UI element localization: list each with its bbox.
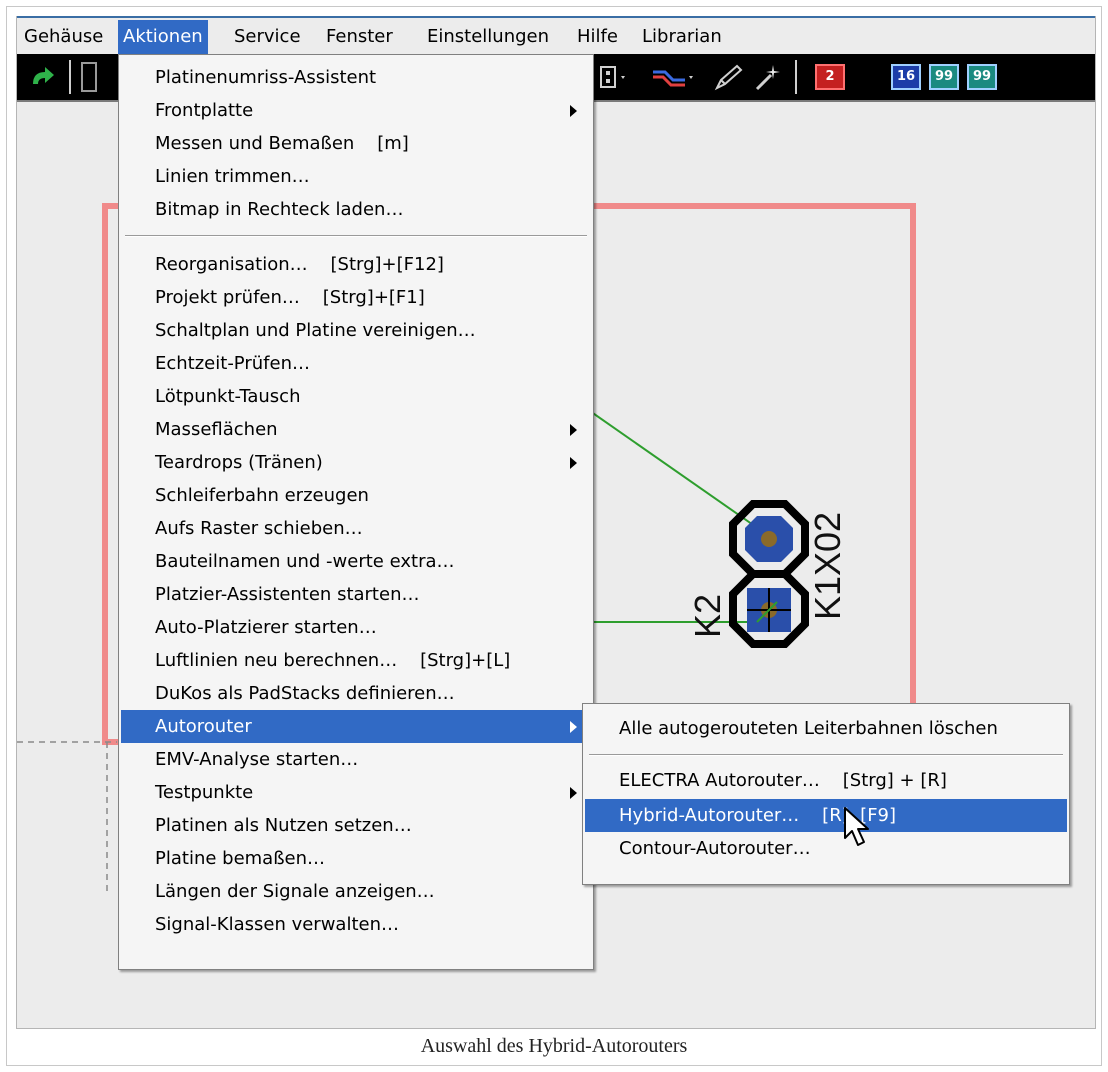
submenu-item-contour-autorouter[interactable]: Contour-Autorouter…: [585, 832, 1067, 865]
menu-item-autorouter[interactable]: Autorouter: [121, 710, 591, 743]
toolbar-separator: [69, 60, 71, 94]
magic-wand-icon[interactable]: [751, 62, 785, 92]
menu-item-signal-laengen[interactable]: Längen der Signale anzeigen…: [121, 875, 591, 908]
layer-button-2[interactable]: 2: [815, 64, 845, 90]
menu-librarian[interactable]: Librarian: [637, 20, 727, 54]
submenu-arrow-icon: [570, 787, 577, 799]
menu-item-bitmap-laden[interactable]: Bitmap in Rechteck laden…: [121, 193, 591, 226]
app-window: Gehäuse Aktionen Service Fenster Einstel…: [16, 16, 1096, 1029]
menu-item-raster-schieben[interactable]: Aufs Raster schieben…: [121, 512, 591, 545]
menu-item-schaltplan-vereinigen[interactable]: Schaltplan und Platine vereinigen…: [121, 314, 591, 347]
menu-item-loetpunkt-tausch[interactable]: Lötpunkt-Tausch: [121, 380, 591, 413]
menu-item-auto-platzierer[interactable]: Auto-Platzierer starten…: [121, 611, 591, 644]
submenu-item-hybrid-autorouter[interactable]: Hybrid-Autorouter… [R], [F9]: [585, 799, 1067, 832]
menu-item-bauteilnamen[interactable]: Bauteilnamen und -werte extra…: [121, 545, 591, 578]
menu-fenster[interactable]: Fenster: [321, 20, 398, 54]
toolbar-separator: [795, 60, 797, 94]
menu-item-signal-klassen[interactable]: Signal-Klassen verwalten…: [121, 908, 591, 941]
trace-tool-icon[interactable]: [649, 62, 701, 92]
menu-item-dukos-padstacks[interactable]: DuKos als PadStacks definieren…: [121, 677, 591, 710]
figure-caption: Auswahl des Hybrid-Autorouters: [420, 1035, 688, 1057]
component-ref-label: K2: [687, 593, 728, 639]
layer-button-99-a[interactable]: 99: [929, 64, 959, 90]
menu-item-schleiferbahn[interactable]: Schleiferbahn erzeugen: [121, 479, 591, 512]
submenu-item-alle-loeschen[interactable]: Alle autogerouteten Leiterbahnen löschen: [585, 712, 1067, 745]
menu-item-nutzen-setzen[interactable]: Platinen als Nutzen setzen…: [121, 809, 591, 842]
mouse-cursor-icon: [844, 807, 869, 846]
menu-item-platine-bemassen[interactable]: Platine bemaßen…: [121, 842, 591, 875]
pad-tool-icon[interactable]: [597, 62, 645, 92]
menu-service[interactable]: Service: [229, 20, 306, 54]
submenu-arrow-icon: [570, 424, 577, 436]
menu-hilfe[interactable]: Hilfe: [572, 20, 623, 54]
submenu-arrow-icon: [570, 721, 577, 733]
layer-button-99-b[interactable]: 99: [967, 64, 997, 90]
menu-item-masseflaechen[interactable]: Masseflächen: [121, 413, 591, 446]
menubar: Gehäuse Aktionen Service Fenster Einstel…: [17, 16, 1095, 54]
pencil-icon[interactable]: [711, 62, 745, 92]
layer-button-16[interactable]: 16: [891, 64, 921, 90]
menu-item-platzier-assistent[interactable]: Platzier-Assistenten starten…: [121, 578, 591, 611]
menu-item-luftlinien[interactable]: Luftlinien neu berechnen… [Strg]+[L]: [121, 644, 591, 677]
menu-item-messen-bemassen[interactable]: Messen und Bemaßen [m]: [121, 127, 591, 160]
menu-aktionen[interactable]: Aktionen: [118, 20, 208, 54]
component-value-label: K1X02: [807, 511, 848, 621]
menu-item-projekt-pruefen[interactable]: Projekt prüfen… [Strg]+[F1]: [121, 281, 591, 314]
redo-icon[interactable]: [27, 62, 59, 92]
menu-separator: [125, 235, 587, 237]
menu-einstellungen[interactable]: Einstellungen: [422, 20, 554, 54]
menu-item-platinenumriss-assistent[interactable]: Platinenumriss-Assistent: [121, 61, 591, 94]
toolbar-partial-icon[interactable]: [81, 62, 97, 92]
menu-item-linien-trimmen[interactable]: Linien trimmen…: [121, 160, 591, 193]
menu-item-teardrops[interactable]: Teardrops (Tränen): [121, 446, 591, 479]
menu-item-frontplatte[interactable]: Frontplatte: [121, 94, 591, 127]
menu-separator: [589, 754, 1063, 756]
menu-item-emv-analyse[interactable]: EMV-Analyse starten…: [121, 743, 591, 776]
actions-menu: Platinenumriss-Assistent Frontplatte Mes…: [118, 54, 594, 970]
menu-gehaeuse[interactable]: Gehäuse: [19, 20, 108, 54]
submenu-arrow-icon: [570, 457, 577, 469]
menu-item-reorganisation[interactable]: Reorganisation… [Strg]+[F12]: [121, 248, 591, 281]
menu-item-echtzeit-pruefen[interactable]: Echtzeit-Prüfen…: [121, 347, 591, 380]
menu-item-testpunkte[interactable]: Testpunkte: [121, 776, 591, 809]
submenu-arrow-icon: [570, 105, 577, 117]
autorouter-submenu: Alle autogerouteten Leiterbahnen löschen…: [582, 703, 1070, 885]
submenu-item-electra-autorouter[interactable]: ELECTRA Autorouter… [Strg] + [R]: [585, 764, 1067, 797]
